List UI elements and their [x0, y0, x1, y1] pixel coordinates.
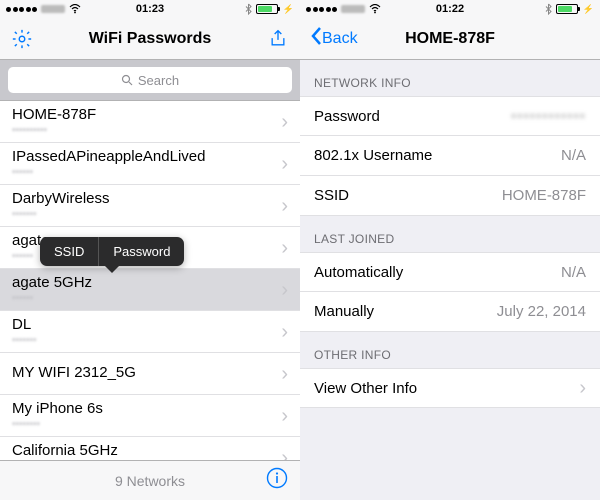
info-button[interactable] [266, 467, 288, 494]
copy-popover: SSID Password [40, 237, 184, 266]
share-button[interactable] [266, 27, 290, 51]
list-item[interactable]: HOME-878F••••••••••› [0, 101, 300, 143]
list-item-selected[interactable]: SSID Password agate 5GHz••••••› [0, 269, 300, 311]
list-item[interactable]: DL•••••••› [0, 311, 300, 353]
settings-button[interactable] [10, 27, 34, 51]
row-auto[interactable]: AutomaticallyN/A [300, 252, 600, 292]
list-item[interactable]: IPassedAPineappleAndLived••••••› [0, 143, 300, 185]
search-placeholder: Search [138, 73, 179, 88]
list-item[interactable]: California 5GHz•••••••› [0, 437, 300, 460]
nav-bar: WiFi Passwords [0, 18, 300, 60]
chevron-right-icon: › [281, 112, 288, 132]
network-count: 9 Networks [115, 473, 185, 489]
battery-icon [256, 4, 278, 14]
popover-copy-ssid[interactable]: SSID [40, 237, 98, 266]
back-label: Back [322, 30, 358, 48]
row-manual[interactable]: ManuallyJuly 22, 2014 [300, 292, 600, 332]
list-item[interactable]: DarbyWireless•••••••› [0, 185, 300, 227]
row-view-other[interactable]: View Other Info› [300, 368, 600, 408]
chevron-right-icon: › [281, 196, 288, 216]
chevron-left-icon [310, 26, 322, 51]
battery-icon [556, 4, 578, 14]
list-item[interactable]: MY WIFI 2312_5G› [0, 353, 300, 395]
chevron-right-icon: › [281, 406, 288, 426]
chevron-right-icon: › [579, 378, 586, 398]
page-title: WiFi Passwords [0, 30, 300, 48]
row-password[interactable]: Password•••••••••••• [300, 96, 600, 136]
row-ssid[interactable]: SSIDHOME-878F [300, 176, 600, 216]
chevron-right-icon: › [281, 448, 288, 461]
search-bar: Search [0, 60, 300, 101]
gear-icon [11, 28, 33, 50]
info-icon [266, 467, 288, 489]
nav-bar: Back HOME-878F [300, 18, 600, 60]
wifi-passwords-screen: 01:23 ⚡ WiFi Passwords Search HOME-878F•… [0, 0, 300, 500]
status-bar: 01:22 ⚡ [300, 0, 600, 18]
network-detail-screen: 01:22 ⚡ Back HOME-878F NETWORK INFO Pass… [300, 0, 600, 500]
search-input[interactable]: Search [8, 67, 292, 93]
row-username[interactable]: 802.1x UsernameN/A [300, 136, 600, 176]
chevron-right-icon: › [281, 238, 288, 258]
section-header-other: OTHER INFO [300, 332, 600, 368]
chevron-right-icon: › [281, 280, 288, 300]
popover-copy-password[interactable]: Password [99, 237, 184, 266]
share-icon [268, 29, 288, 49]
back-button[interactable]: Back [310, 26, 358, 51]
status-bar: 01:23 ⚡ [0, 0, 300, 18]
section-header-network: NETWORK INFO [300, 60, 600, 96]
toolbar: 9 Networks [0, 460, 300, 500]
network-list: HOME-878F••••••••••› IPassedAPineappleAn… [0, 101, 300, 460]
chevron-right-icon: › [281, 154, 288, 174]
list-item[interactable]: My iPhone 6s••••••••› [0, 395, 300, 437]
search-icon [121, 74, 133, 86]
section-header-last-joined: LAST JOINED [300, 216, 600, 252]
chevron-right-icon: › [281, 364, 288, 384]
chevron-right-icon: › [281, 322, 288, 342]
detail-table: NETWORK INFO Password•••••••••••• 802.1x… [300, 60, 600, 500]
